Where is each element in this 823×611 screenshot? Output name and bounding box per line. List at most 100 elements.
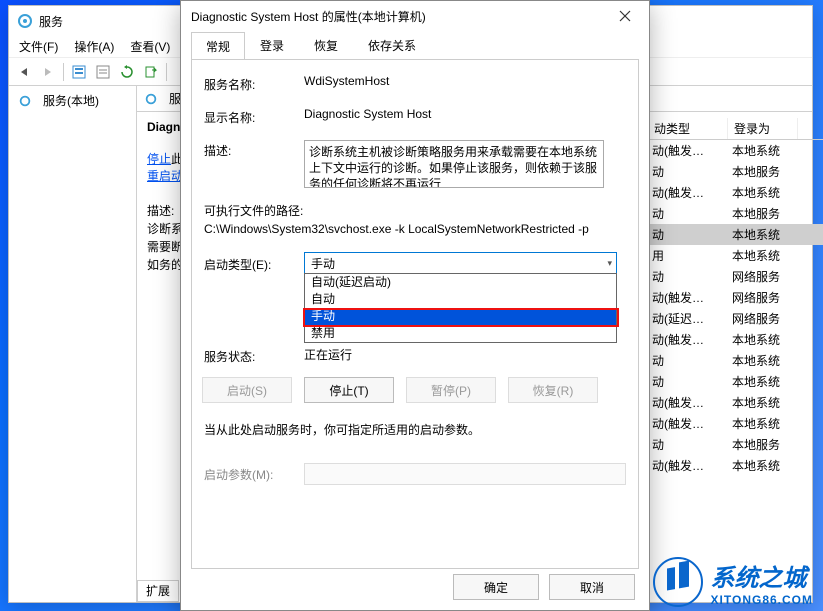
cell-logon-as: 本地系统 [732, 184, 802, 201]
description-box[interactable]: 诊断系统主机被诊断策略服务用来承载需要在本地系统上下文中运行的诊断。如果停止该服… [304, 140, 604, 188]
table-row[interactable]: 动(触发…本地系统 [648, 455, 823, 476]
option-auto-delayed[interactable]: 自动(延迟启动) [305, 274, 616, 291]
cell-startup-type: 动(触发… [652, 142, 732, 159]
cell-startup-type: 动(触发… [652, 184, 732, 201]
value-service-status: 正在运行 [304, 346, 352, 365]
menu-view[interactable]: 查看(V) [124, 36, 176, 57]
table-row[interactable]: 动(触发…本地系统 [648, 413, 823, 434]
tab-recovery[interactable]: 恢复 [299, 31, 353, 59]
cancel-button[interactable]: 取消 [549, 574, 635, 600]
label-description: 描述: [204, 140, 304, 159]
value-service-name: WdiSystemHost [304, 74, 626, 88]
cell-startup-type: 动(触发… [652, 289, 732, 306]
table-row[interactable]: 用本地系统 [648, 245, 823, 266]
value-display-name: Diagnostic System Host [304, 107, 626, 121]
table-row[interactable]: 动本地系统 [648, 371, 823, 392]
list-view-icon[interactable] [68, 61, 90, 83]
startup-note: 当从此处启动服务时，你可指定所适用的启动参数。 [204, 421, 626, 439]
table-row[interactable]: 动(触发…本地系统 [648, 140, 823, 161]
combo-selected: 手动 [311, 255, 335, 272]
dialog-tabs: 常规 登录 恢复 依存关系 [181, 31, 649, 59]
cell-startup-type: 用 [652, 247, 732, 264]
ok-button[interactable]: 确定 [453, 574, 539, 600]
table-row[interactable]: 动(触发…本地系统 [648, 392, 823, 413]
cell-logon-as: 网络服务 [732, 289, 802, 306]
services-icon [17, 13, 33, 29]
table-row[interactable]: 动(触发…本地系统 [648, 329, 823, 350]
table-row[interactable]: 动本地系统 [648, 224, 823, 245]
label-startup-params: 启动参数(M): [204, 466, 304, 483]
pause-button: 暂停(P) [406, 377, 496, 403]
col-startup-type[interactable]: 动类型 [648, 118, 728, 139]
cell-startup-type: 动 [652, 373, 732, 390]
tab-dependencies[interactable]: 依存关系 [353, 31, 431, 59]
startup-type-combobox[interactable]: 手动 ▾ 自动(延迟启动) 自动 手动 禁用 [304, 252, 617, 274]
chevron-down-icon: ▾ [607, 258, 612, 269]
table-row[interactable]: 动(触发…网络服务 [648, 287, 823, 308]
forward-button[interactable] [37, 61, 59, 83]
start-button: 启动(S) [202, 377, 292, 403]
watermark-logo-icon [653, 557, 703, 607]
tab-logon[interactable]: 登录 [245, 31, 299, 59]
cell-startup-type: 动(触发… [652, 331, 732, 348]
table-row[interactable]: 动本地服务 [648, 203, 823, 224]
cell-startup-type: 动 [652, 205, 732, 222]
cell-logon-as: 本地系统 [732, 247, 802, 264]
back-button[interactable] [13, 61, 35, 83]
left-nav-panel: 服务(本地) [9, 86, 137, 602]
cell-logon-as: 本地服务 [732, 205, 802, 222]
table-row[interactable]: 动本地服务 [648, 161, 823, 182]
gear-icon [17, 93, 33, 109]
refresh-icon[interactable] [116, 61, 138, 83]
dialog-body: 服务名称: WdiSystemHost 显示名称: Diagnostic Sys… [191, 59, 639, 569]
option-manual[interactable]: 手动 [305, 308, 616, 325]
watermark-url: XITONG86.COM [711, 593, 813, 607]
table-row[interactable]: 动本地系统 [648, 350, 823, 371]
close-button[interactable] [603, 2, 647, 30]
cell-logon-as: 本地系统 [732, 331, 802, 348]
cell-startup-type: 动(触发… [652, 415, 732, 432]
label-service-status: 服务状态: [204, 346, 304, 365]
cell-logon-as: 本地服务 [732, 163, 802, 180]
table-row[interactable]: 动(延迟…网络服务 [648, 308, 823, 329]
menu-file[interactable]: 文件(F) [13, 36, 64, 57]
menu-action[interactable]: 操作(A) [68, 36, 120, 57]
main-title: 服务 [39, 13, 63, 30]
tab-general[interactable]: 常规 [191, 32, 245, 60]
option-disabled[interactable]: 禁用 [305, 325, 616, 342]
export-icon[interactable] [140, 61, 162, 83]
col-logon-as[interactable]: 登录为 [728, 118, 798, 139]
startup-type-dropdown: 自动(延迟启动) 自动 手动 禁用 [304, 273, 617, 343]
value-exe-path: C:\Windows\System32\svchost.exe -k Local… [204, 220, 626, 238]
option-auto[interactable]: 自动 [305, 291, 616, 308]
table-row[interactable]: 动网络服务 [648, 266, 823, 287]
cell-logon-as: 本地系统 [732, 226, 802, 243]
cell-logon-as: 本地系统 [732, 142, 802, 159]
table-row[interactable]: 动本地服务 [648, 434, 823, 455]
cell-startup-type: 动(触发… [652, 457, 732, 474]
label-exe-path: 可执行文件的路径: [204, 202, 626, 220]
startup-params-input [304, 463, 626, 485]
table-row[interactable]: 动(触发…本地系统 [648, 182, 823, 203]
cell-logon-as: 本地系统 [732, 394, 802, 411]
resume-button: 恢复(R) [508, 377, 598, 403]
cell-logon-as: 网络服务 [732, 310, 802, 327]
cell-startup-type: 动 [652, 268, 732, 285]
watermark: 系统之城 XITONG86.COM [653, 557, 813, 607]
stop-link[interactable]: 停止 [147, 152, 171, 166]
cell-startup-type: 动 [652, 163, 732, 180]
services-list-fragment: 动类型 登录为 动(触发…本地系统动本地服务动(触发…本地系统动本地服务动本地系… [648, 118, 823, 611]
tab-extended[interactable]: 扩展 [137, 580, 179, 602]
restart-link[interactable]: 重启动 [147, 169, 183, 183]
bottom-tabs: 扩展 [137, 580, 179, 602]
nav-services-local[interactable]: 服务(本地) [13, 90, 132, 111]
list-header: 动类型 登录为 [648, 118, 823, 140]
watermark-title: 系统之城 [711, 558, 813, 593]
detail-view-icon[interactable] [92, 61, 114, 83]
cell-startup-type: 动(延迟… [652, 310, 732, 327]
label-startup-type: 启动类型(E): [204, 254, 304, 273]
label-service-name: 服务名称: [204, 74, 304, 93]
dialog-title: Diagnostic System Host 的属性(本地计算机) [191, 8, 426, 25]
stop-button[interactable]: 停止(T) [304, 377, 394, 403]
cell-startup-type: 动 [652, 436, 732, 453]
